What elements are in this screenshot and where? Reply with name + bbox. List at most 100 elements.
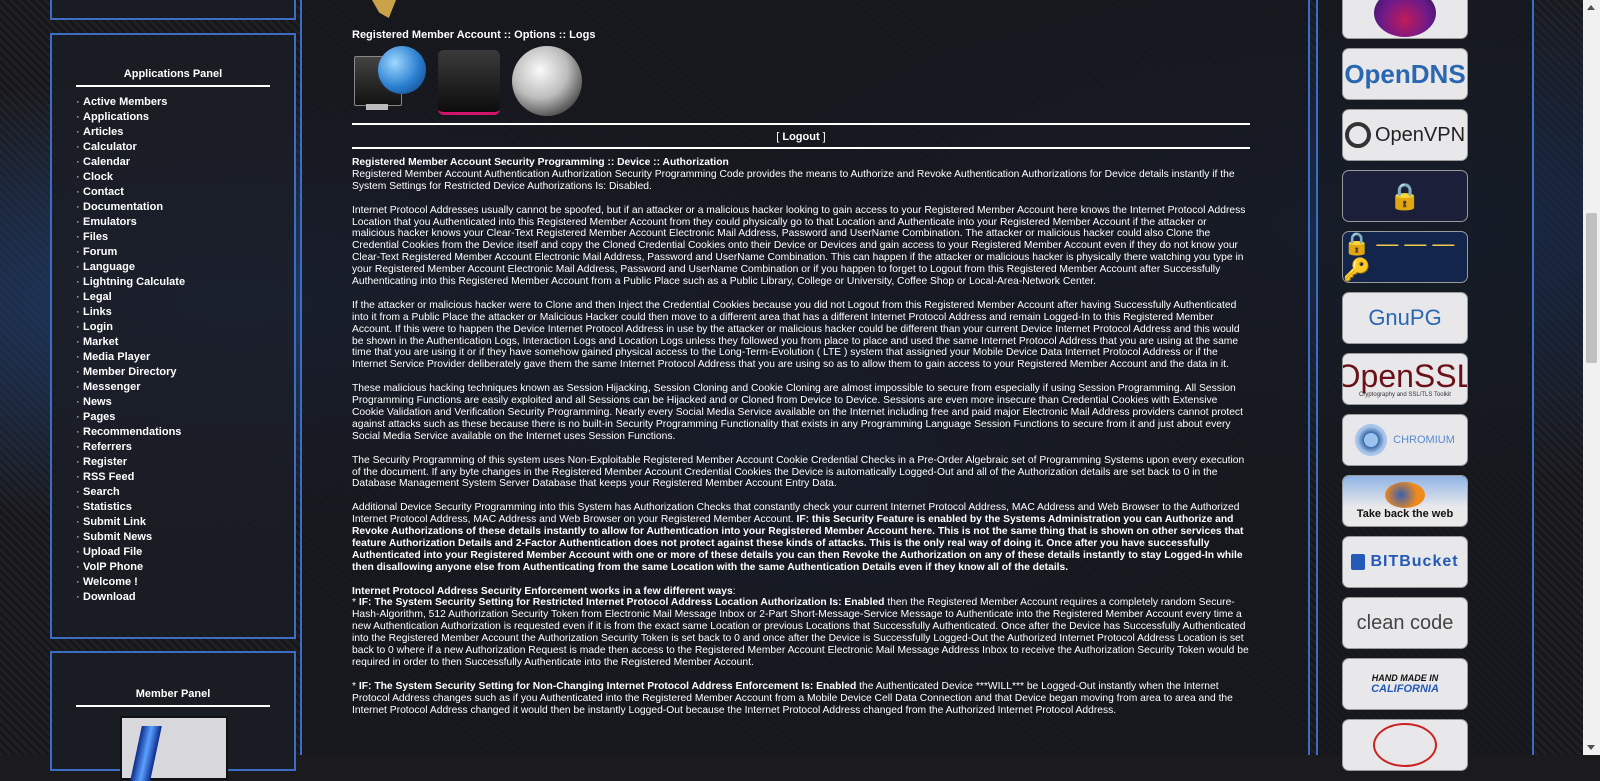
handmade-california-badge[interactable]: HAND MADE IN CALIFORNIA <box>1343 659 1467 709</box>
clean-code-badge[interactable]: clean code <box>1343 598 1467 648</box>
lotus-badge[interactable] <box>1343 0 1467 38</box>
applications-menu-item[interactable]: · Upload File <box>76 545 294 560</box>
bitbucket-badge[interactable]: BITBucket <box>1343 537 1467 587</box>
partial-bottom-badge[interactable] <box>1343 720 1467 770</box>
applications-menu-item[interactable]: · Messenger <box>76 380 294 395</box>
chromium-badge[interactable]: CHROMIUM <box>1343 415 1467 465</box>
applications-menu-link[interactable]: Files <box>83 231 108 243</box>
bullet-icon: · <box>76 321 80 333</box>
applications-menu-item[interactable]: · Documentation <box>76 200 294 215</box>
applications-menu-item[interactable]: · Language <box>76 260 294 275</box>
applications-menu-link[interactable]: Login <box>83 321 113 333</box>
applications-menu-link[interactable]: Pages <box>83 411 115 423</box>
applications-menu-link[interactable]: Member Directory <box>83 366 177 378</box>
scroll-up-arrow-icon[interactable] <box>1587 5 1595 10</box>
applications-menu-link[interactable]: Lightning Calculate <box>83 276 185 288</box>
breadcrumb: Registered Member Account :: Options :: … <box>352 29 596 41</box>
handmade-badge-label: HAND MADE IN <box>1371 673 1439 683</box>
applications-menu-link[interactable]: Forum <box>83 246 117 258</box>
applications-menu-item[interactable]: · Member Directory <box>76 365 294 380</box>
applications-menu-link[interactable]: Search <box>83 486 120 498</box>
applications-menu-link[interactable]: Submit Link <box>83 516 146 528</box>
applications-menu-link[interactable]: VoIP Phone <box>83 561 143 573</box>
gnupg-badge-label: GnuPG <box>1368 305 1442 330</box>
applications-menu-item[interactable]: · Statistics <box>76 500 294 515</box>
applications-menu-link[interactable]: Messenger <box>83 381 140 393</box>
applications-menu-link[interactable]: Applications <box>83 111 149 123</box>
applications-menu-item[interactable]: · Calendar <box>76 155 294 170</box>
applications-menu-item[interactable]: · Login <box>76 320 294 335</box>
applications-menu-link[interactable]: Language <box>83 261 135 273</box>
applications-menu-item[interactable]: · Emulators <box>76 215 294 230</box>
applications-menu-item[interactable]: · Register <box>76 455 294 470</box>
applications-menu-link[interactable]: News <box>83 396 112 408</box>
applications-menu-link[interactable]: Contact <box>83 186 124 198</box>
applications-menu-link[interactable]: Recommendations <box>83 426 181 438</box>
applications-menu-link[interactable]: Download <box>83 591 136 603</box>
encryption-key-badge[interactable]: 🔒———🔑 <box>1343 232 1467 282</box>
applications-menu-link[interactable]: Legal <box>83 291 112 303</box>
bitbucket-icon <box>1351 554 1366 570</box>
applications-menu-item[interactable]: · Files <box>76 230 294 245</box>
applications-menu-item[interactable]: · Recommendations <box>76 425 294 440</box>
world-globe-icon[interactable] <box>512 46 582 116</box>
gnupg-badge[interactable]: GnuPG <box>1343 293 1467 343</box>
applications-menu-item[interactable]: · Contact <box>76 185 294 200</box>
applications-menu-link[interactable]: Calculator <box>83 141 137 153</box>
applications-menu-item[interactable]: · Referrers <box>76 440 294 455</box>
vertical-scrollbar[interactable] <box>1583 0 1600 755</box>
applications-menu-link[interactable]: Submit News <box>83 531 152 543</box>
openssl-badge[interactable]: OpenSSL Cryptography and SSL/TLS Toolkit <box>1343 354 1467 404</box>
applications-menu-item[interactable]: · Lightning Calculate <box>76 275 294 290</box>
applications-menu-item[interactable]: · Submit News <box>76 530 294 545</box>
applications-menu-item[interactable]: · Forum <box>76 245 294 260</box>
applications-menu-item[interactable]: · Calculator <box>76 140 294 155</box>
applications-menu-link[interactable]: Media Player <box>83 351 150 363</box>
applications-menu-item[interactable]: · Active Members <box>76 95 294 110</box>
openvpn-badge[interactable]: OpenVPN <box>1343 110 1467 160</box>
applications-menu-item[interactable]: · Search <box>76 485 294 500</box>
bullet-icon: · <box>76 561 80 573</box>
applications-menu-link[interactable]: Emulators <box>83 216 137 228</box>
applications-menu-link[interactable]: Clock <box>83 171 113 183</box>
openvpn-badge-label: OpenVPN <box>1374 123 1466 146</box>
applications-menu-item[interactable]: · Articles <box>76 125 294 140</box>
applications-menu-item[interactable]: · Links <box>76 305 294 320</box>
opendns-badge[interactable]: OpenDNS <box>1343 49 1467 99</box>
applications-menu-item[interactable]: · Legal <box>76 290 294 305</box>
hard-drive-icon[interactable] <box>438 50 500 115</box>
applications-menu-item[interactable]: · Welcome ! <box>76 575 294 590</box>
applications-menu-link[interactable]: Documentation <box>83 201 163 213</box>
applications-menu-link[interactable]: RSS Feed <box>83 471 134 483</box>
scrollbar-thumb[interactable] <box>1586 213 1597 363</box>
applications-menu-link[interactable]: Articles <box>83 126 123 138</box>
applications-menu-item[interactable]: · Market <box>76 335 294 350</box>
applications-menu-link[interactable]: Links <box>83 306 112 318</box>
applications-menu-link[interactable]: Upload File <box>83 546 142 558</box>
logout-link[interactable]: Logout <box>782 131 819 143</box>
applications-menu-item[interactable]: · Applications <box>76 110 294 125</box>
firefox-badge-label: Take back the web <box>1356 508 1454 520</box>
applications-menu-link[interactable]: Referrers <box>83 441 132 453</box>
computer-globe-icon[interactable] <box>352 46 430 116</box>
applications-menu-link[interactable]: Welcome ! <box>83 576 138 588</box>
security-lock-badge[interactable]: 🔒 <box>1343 171 1467 221</box>
applications-menu-link[interactable]: Calendar <box>83 156 130 168</box>
scroll-down-arrow-icon[interactable] <box>1587 745 1595 750</box>
applications-menu-item[interactable]: · Download <box>76 590 294 605</box>
applications-menu-link[interactable]: Register <box>83 456 127 468</box>
applications-menu-link[interactable]: Market <box>83 336 118 348</box>
applications-menu-item[interactable]: · News <box>76 395 294 410</box>
member-avatar[interactable] <box>120 716 228 781</box>
applications-menu-item[interactable]: · Media Player <box>76 350 294 365</box>
firefox-badge[interactable]: Take back the web <box>1343 476 1467 526</box>
bullet-icon: · <box>76 471 80 483</box>
applications-menu-link[interactable]: Active Members <box>83 96 167 108</box>
applications-menu-item[interactable]: · Submit Link <box>76 515 294 530</box>
applications-menu-item[interactable]: · Clock <box>76 170 294 185</box>
applications-menu-item[interactable]: · Pages <box>76 410 294 425</box>
applications-menu-link[interactable]: Statistics <box>83 501 132 513</box>
applications-menu-item[interactable]: · VoIP Phone <box>76 560 294 575</box>
applications-menu-item[interactable]: · RSS Feed <box>76 470 294 485</box>
divider-top <box>352 123 1250 125</box>
